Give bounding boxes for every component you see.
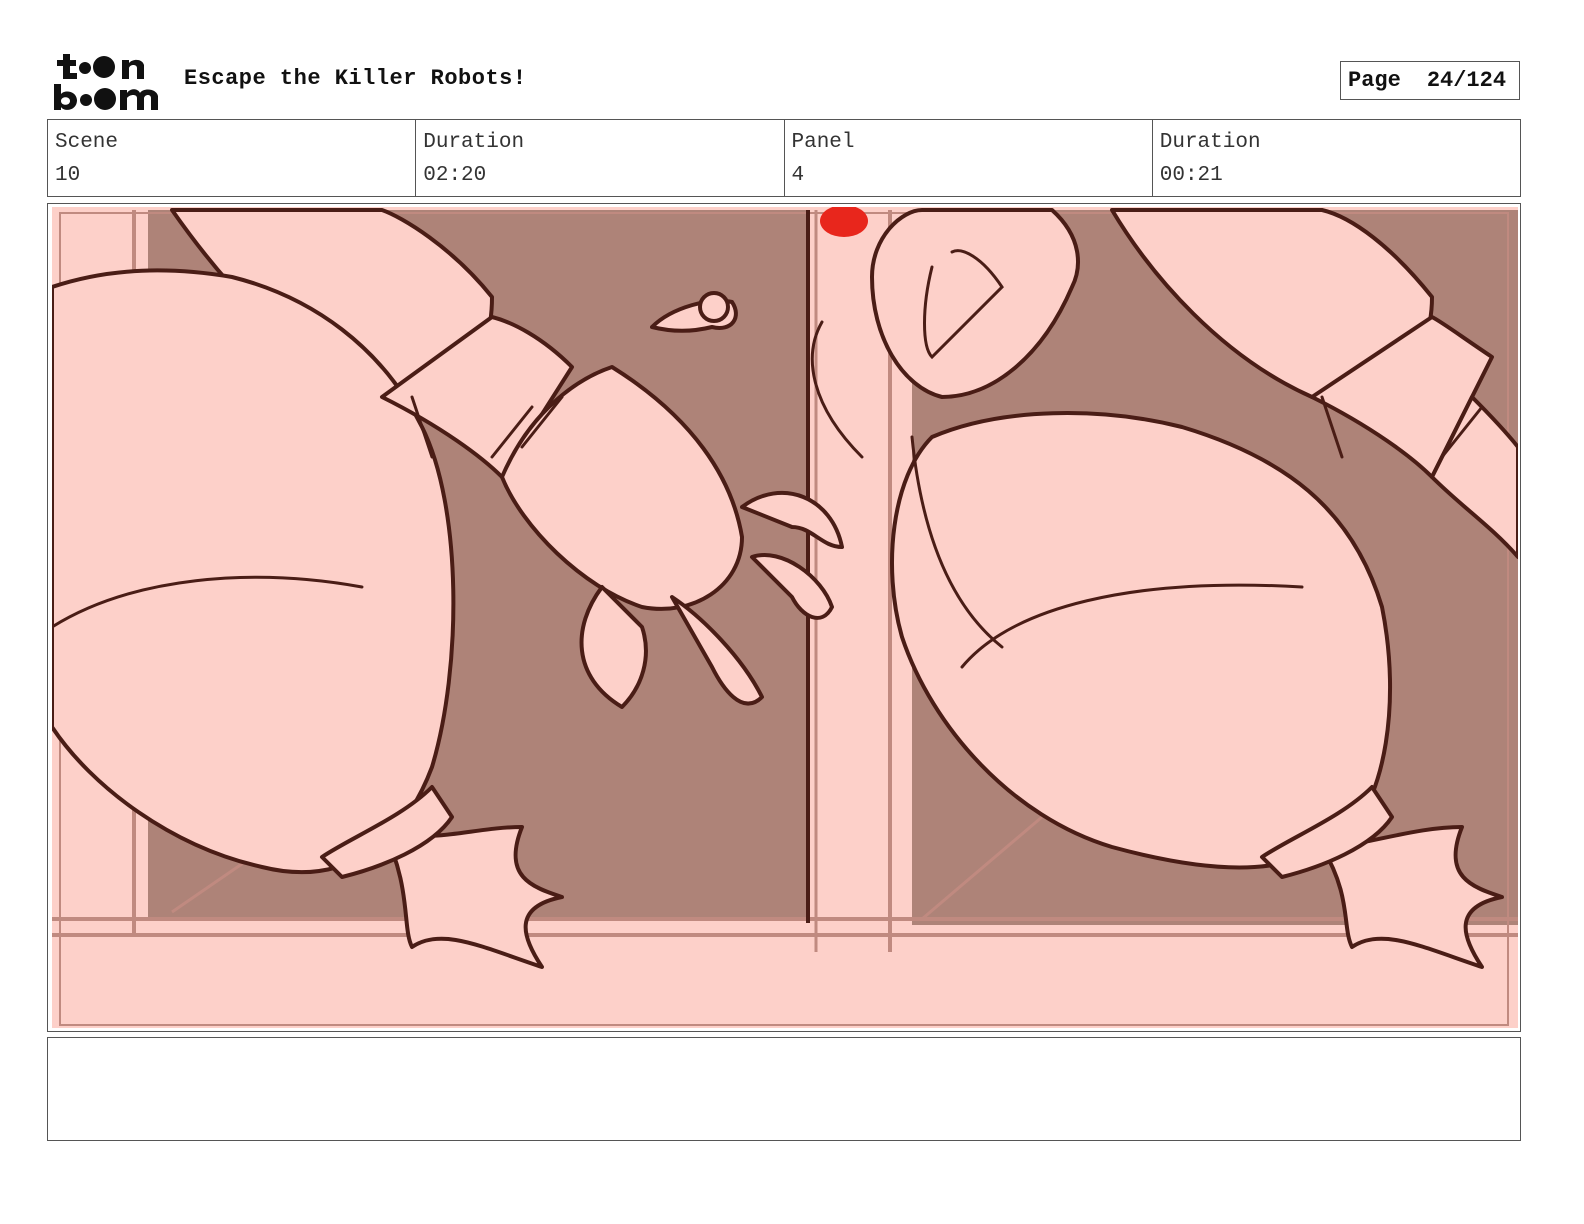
panel-value: 4 [791,164,805,187]
project-title: Escape the Killer Robots! [184,66,527,91]
page-indicator: Page 24/124 [1340,61,1520,100]
storyboard-panel [47,203,1521,1032]
scene-label: Scene [55,131,119,154]
panel-notes [47,1037,1521,1141]
scene-duration-label: Duration [423,131,525,154]
page-label: Page [1348,68,1401,93]
panel-duration-value: 00:21 [1159,164,1223,187]
scene-duration-cell: Duration 02:20 [416,120,785,196]
toon-boom-logo [52,50,164,112]
page-number: 24/124 [1426,68,1507,93]
scene-cell: Scene 10 [48,120,417,196]
panel-label: Panel [791,131,855,154]
panel-duration-cell: Duration 00:21 [1153,120,1520,196]
panel-cell: Panel 4 [785,120,1153,196]
storyboard-sketch [52,207,1518,1028]
scene-duration-value: 02:20 [423,164,487,187]
scene-value: 10 [55,164,81,187]
scene-info-table: Scene 10 Duration 02:20 Panel 4 Duration… [47,119,1521,197]
panel-duration-label: Duration [1159,131,1261,154]
